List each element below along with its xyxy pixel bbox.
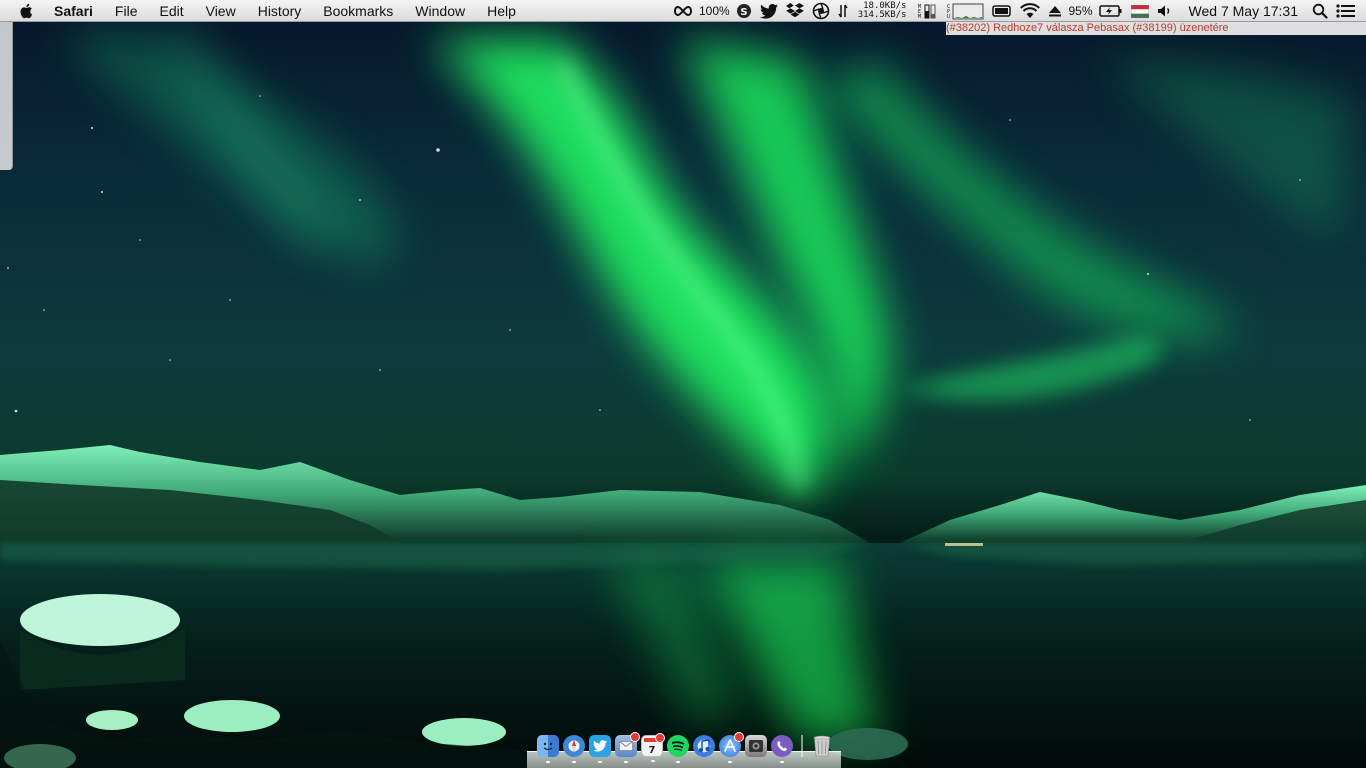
wifi-icon[interactable] <box>1020 0 1041 22</box>
svg-text:7: 7 <box>649 745 656 755</box>
dropbox-icon[interactable] <box>785 0 804 22</box>
itunes-icon[interactable] <box>693 735 715 757</box>
menu-bookmarks[interactable]: Bookmarks <box>312 0 404 22</box>
dock-app-list: 7 <box>537 732 833 763</box>
network-activity-icon <box>838 0 848 22</box>
safari-icon[interactable] <box>563 735 585 763</box>
menu-window[interactable]: Window <box>404 0 476 22</box>
battery-charging-icon[interactable] <box>1098 0 1123 22</box>
menu-bar-clock[interactable]: Wed 7 May 17:31 <box>1189 3 1298 19</box>
dock: 7 <box>527 732 841 768</box>
memory-meter-icon[interactable]: MEM <box>916 0 938 22</box>
twitter-icon[interactable] <box>759 0 778 22</box>
menu-history[interactable]: History <box>247 0 313 22</box>
mail-icon[interactable] <box>615 732 640 763</box>
twitter-icon[interactable] <box>589 735 611 763</box>
cpu-meter-icon[interactable]: CPU <box>946 0 984 22</box>
svg-text:U: U <box>947 14 950 20</box>
calendar-badge <box>655 733 665 743</box>
menu-edit[interactable]: Edit <box>148 0 194 22</box>
app-store-badge <box>734 732 744 742</box>
menu-bar: Safari File Edit View History Bookmarks … <box>0 0 1366 22</box>
aurora-landscape <box>0 21 1366 768</box>
volume-icon[interactable] <box>1157 0 1175 22</box>
network-speed[interactable]: 18.0KB/s 314.5KB/s <box>858 2 907 20</box>
app-store-icon[interactable] <box>719 732 744 763</box>
input-source-hungarian-flag-icon[interactable] <box>1130 0 1149 22</box>
trash-icon[interactable] <box>811 735 833 757</box>
keyboard-battery-icon[interactable] <box>992 0 1012 22</box>
eject-icon[interactable] <box>1048 0 1062 22</box>
menu-file[interactable]: File <box>104 0 149 22</box>
infinity-icon[interactable] <box>673 0 693 22</box>
apple-icon[interactable] <box>18 2 36 20</box>
background-window-tab[interactable]: (#38202) Redhoze7 válasza Pebasax (#3819… <box>946 22 1366 35</box>
calendar-icon[interactable]: 7 <box>641 733 665 762</box>
photo-booth-icon[interactable] <box>745 735 767 757</box>
svg-text:S: S <box>740 7 747 18</box>
viber-icon[interactable] <box>771 735 793 763</box>
finder-icon[interactable] <box>537 735 559 763</box>
notification-center-icon[interactable] <box>1336 0 1356 22</box>
spotify-icon[interactable] <box>667 735 689 763</box>
battery-percent[interactable]: 95% <box>1068 0 1092 22</box>
background-window-scrollbar[interactable] <box>0 22 13 170</box>
skype-icon[interactable]: S <box>736 0 752 22</box>
network-upload-speed: 314.5KB/s <box>857 10 907 20</box>
zoom-level[interactable]: 100% <box>699 0 730 22</box>
desktop-wallpaper[interactable] <box>0 0 1366 768</box>
app-menu-safari[interactable]: Safari <box>44 0 104 22</box>
svg-text:M: M <box>918 14 921 20</box>
menu-view[interactable]: View <box>195 0 247 22</box>
menu-help[interactable]: Help <box>476 0 527 22</box>
status-menus: 100% S 18.0KB/s 314.5KB/s MEM CPU 95% We… <box>669 0 1366 22</box>
mail-badge <box>630 732 640 742</box>
spotlight-search-icon[interactable] <box>1312 0 1328 22</box>
aperture-icon[interactable] <box>812 0 830 22</box>
background-window-tab-text: (#38202) Redhoze7 válasza Pebasax (#3819… <box>946 22 1229 34</box>
dock-separator <box>801 735 803 757</box>
